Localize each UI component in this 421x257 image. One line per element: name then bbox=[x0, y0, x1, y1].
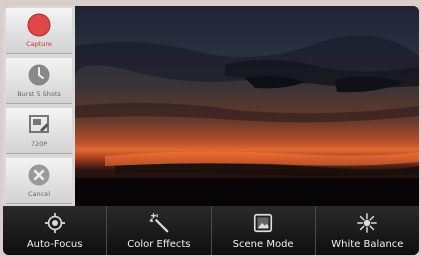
record-icon bbox=[27, 13, 51, 37]
resolution-label: 720P bbox=[30, 140, 48, 148]
burst-mode-button[interactable]: Burst 5 Shots bbox=[6, 58, 72, 104]
scene-mode-label: Scene Mode bbox=[232, 239, 294, 250]
cancel-button[interactable]: Cancel bbox=[6, 158, 72, 204]
white-balance-label: White Balance bbox=[331, 239, 404, 250]
clock-icon bbox=[28, 64, 50, 86]
resolution-button[interactable]: 720P bbox=[6, 108, 72, 154]
resolution-icon bbox=[29, 115, 49, 133]
cancel-icon bbox=[28, 164, 50, 186]
scene-image-icon bbox=[254, 213, 273, 233]
camera-app: Capture Burst 5 Shots 720P Cancel Auto-F… bbox=[3, 6, 419, 255]
cancel-label: Cancel bbox=[27, 190, 51, 198]
capture-button[interactable]: Capture bbox=[6, 8, 72, 54]
white-balance-button[interactable]: White Balance bbox=[314, 206, 419, 255]
sunset-scene-image bbox=[75, 35, 419, 206]
magic-wand-icon bbox=[149, 213, 169, 233]
color-effects-button[interactable]: Color Effects bbox=[106, 206, 210, 255]
camera-viewfinder[interactable] bbox=[75, 6, 419, 206]
burst-mode-label: Burst 5 Shots bbox=[17, 90, 61, 98]
focus-target-icon bbox=[44, 212, 65, 234]
side-control-panel: Capture Burst 5 Shots 720P Cancel bbox=[3, 6, 75, 206]
auto-focus-label: Auto-Focus bbox=[26, 239, 83, 250]
sun-icon bbox=[357, 213, 378, 233]
scene-mode-button[interactable]: Scene Mode bbox=[210, 206, 315, 255]
color-effects-label: Color Effects bbox=[127, 239, 191, 250]
auto-focus-button[interactable]: Auto-Focus bbox=[3, 206, 106, 255]
capture-label: Capture bbox=[26, 40, 52, 48]
camera-settings-bar: Auto-Focus Color Effects Scene Mode Whit… bbox=[3, 206, 419, 255]
